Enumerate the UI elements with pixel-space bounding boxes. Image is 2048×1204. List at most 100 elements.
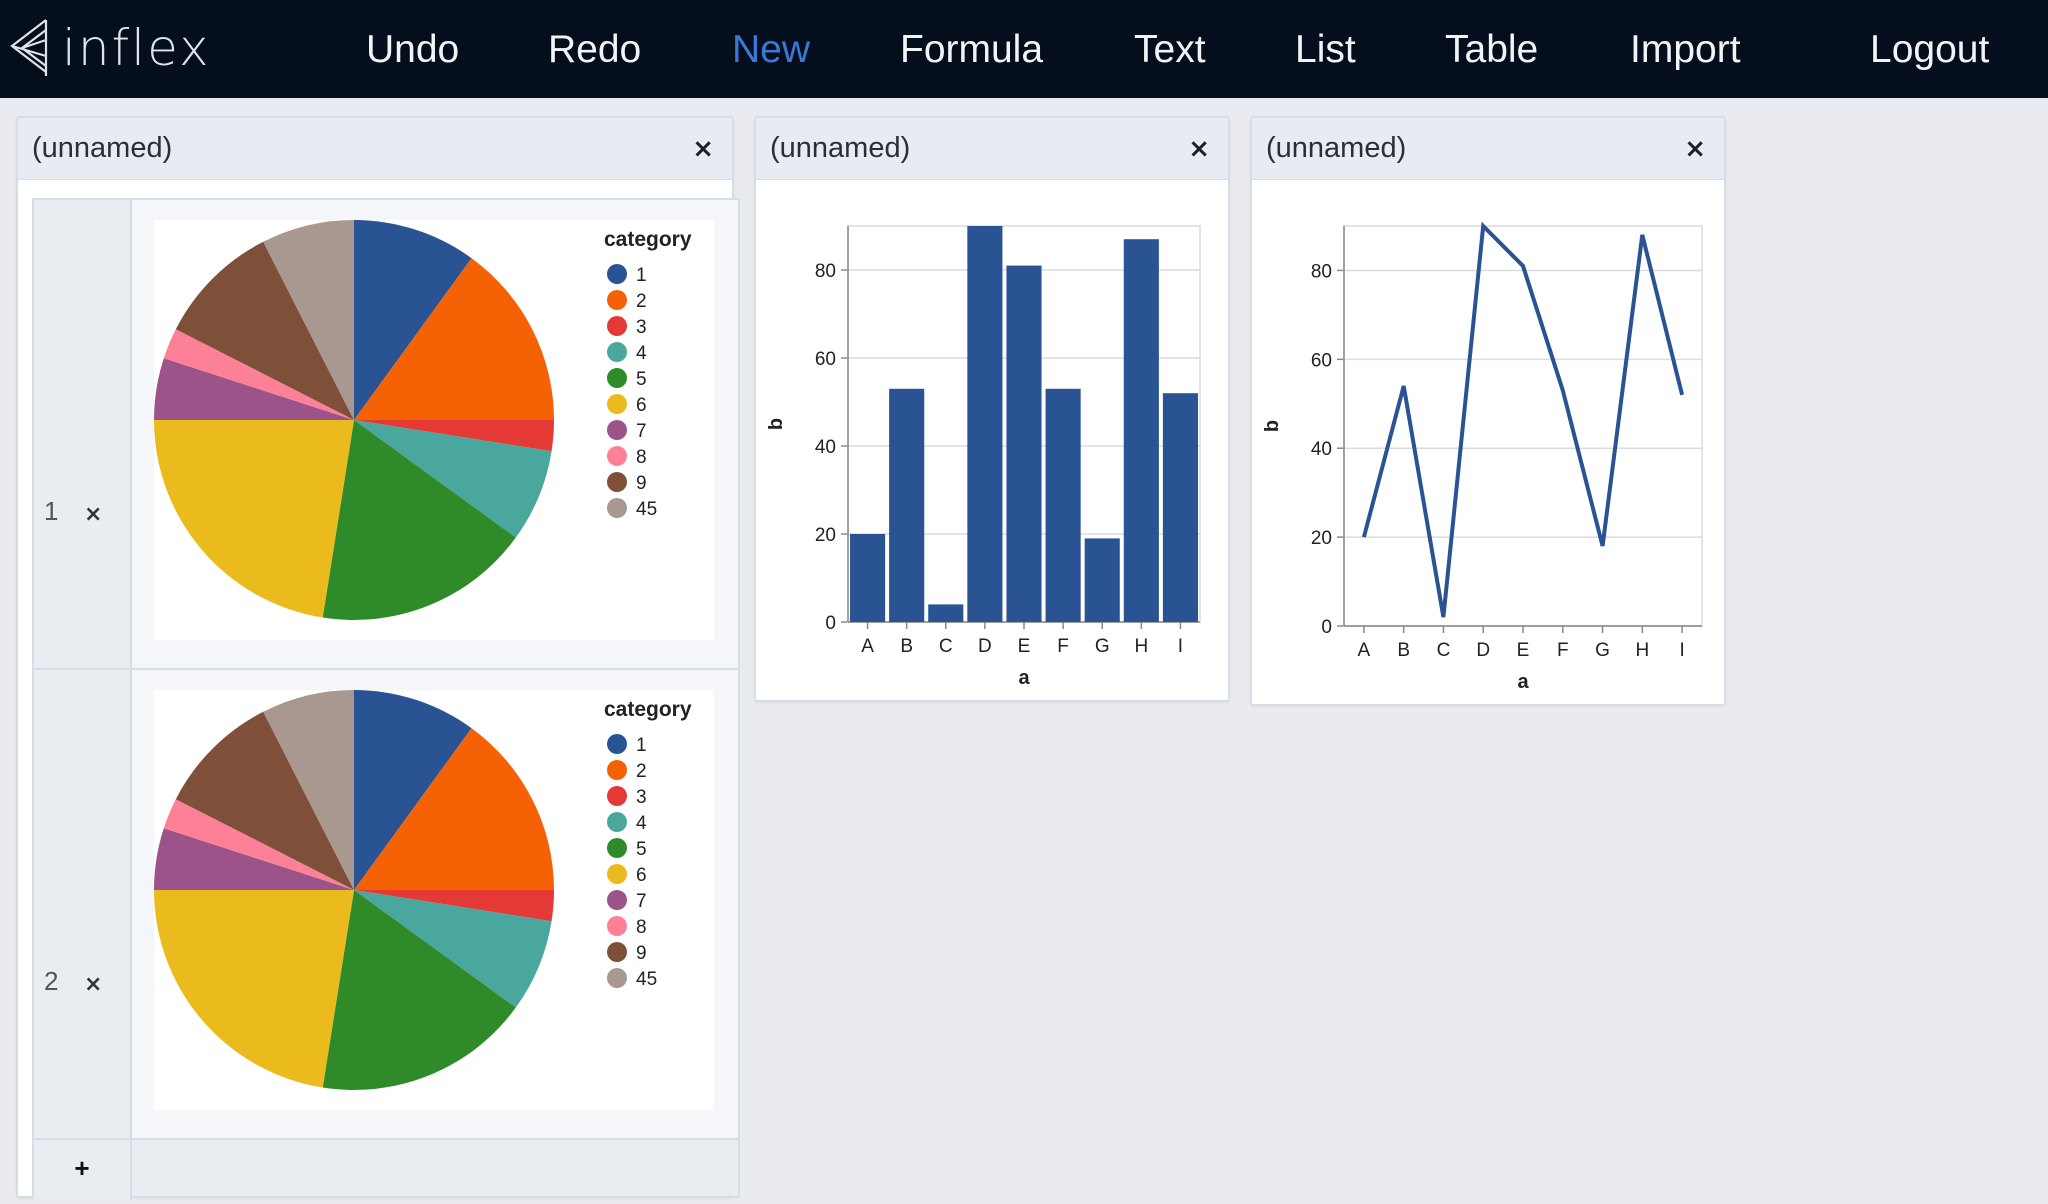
close-cell-button[interactable]: × (692, 134, 714, 164)
legend-swatch (607, 786, 627, 806)
import-button[interactable]: Import (1630, 24, 1741, 76)
x-tick-label: E (1517, 640, 1530, 661)
legend-label: 6 (636, 865, 647, 886)
redo-button[interactable]: Redo (548, 24, 641, 76)
legend-label: 8 (636, 447, 647, 468)
list-editor: 1 × category 1 2 3 4 5 6 7 8 9 45 2 × category 1 2 3 4… (32, 198, 740, 1200)
pie-chart: category12345678945 (154, 690, 692, 1091)
row-index: 1 (44, 496, 59, 526)
remove-row-button[interactable]: × (84, 502, 102, 527)
table-button[interactable]: Table (1445, 24, 1538, 76)
bar (967, 226, 1003, 622)
y-axis-title: b (1264, 420, 1283, 432)
line-chart: 0 20 40 60 80 A B C D E F G H Ia b (1264, 196, 1714, 700)
x-tick-label: D (1476, 640, 1490, 661)
legend-label: 7 (636, 421, 647, 442)
cell-title[interactable]: (unnamed) (1266, 132, 1406, 165)
y-tick-label: 20 (815, 525, 836, 546)
x-tick-label: G (1595, 640, 1610, 661)
legend-swatch (607, 498, 627, 518)
new-button[interactable]: New (732, 24, 810, 76)
y-tick-label: 60 (815, 349, 836, 370)
close-cell-button[interactable]: × (1684, 134, 1706, 164)
legend-swatch (607, 446, 627, 466)
legend-label: 5 (636, 369, 647, 390)
bar-chart-cell: (unnamed) × 0 20 40 60 80 A B C D E F G H Ia b (754, 116, 1230, 702)
x-tick-label: H (1134, 636, 1148, 657)
text-button[interactable]: Text (1134, 24, 1206, 76)
pie-chart: category12345678945 (154, 220, 692, 621)
pie-chart-panel: category 1 2 3 4 5 6 7 8 9 45 (154, 690, 714, 1110)
app-logo[interactable]: inflex (8, 16, 211, 80)
legend-swatch (607, 264, 627, 284)
remove-row-button[interactable]: × (84, 972, 102, 997)
x-tick-label: F (1057, 636, 1069, 657)
y-axis-title: b (768, 418, 787, 430)
legend-label: 2 (636, 761, 647, 782)
list-button[interactable]: List (1295, 24, 1356, 76)
legend-label: 1 (636, 265, 647, 286)
y-tick-label: 60 (1311, 350, 1332, 371)
y-tick-label: 80 (1311, 261, 1332, 282)
pie-slice (154, 420, 354, 618)
x-tick-label: A (861, 636, 874, 657)
x-tick-label: I (1178, 636, 1183, 657)
close-cell-button[interactable]: × (1188, 134, 1210, 164)
x-tick-label: G (1095, 636, 1110, 657)
list-index-column (34, 200, 132, 1200)
legend-title: category (604, 228, 692, 251)
legend-swatch (607, 864, 627, 884)
legend-label: 3 (636, 317, 647, 338)
undo-button[interactable]: Undo (366, 24, 459, 76)
legend-swatch (607, 394, 627, 414)
legend-swatch (607, 734, 627, 754)
legend-swatch (607, 812, 627, 832)
legend-label: 45 (636, 969, 657, 990)
legend-swatch (607, 316, 627, 336)
legend-swatch (607, 342, 627, 362)
legend-label: 5 (636, 839, 647, 860)
legend-label: 3 (636, 787, 647, 808)
legend-swatch (607, 890, 627, 910)
x-axis-title: a (1517, 671, 1529, 693)
legend-swatch (607, 968, 627, 988)
logout-button[interactable]: Logout (1870, 24, 1989, 76)
cell-header[interactable]: (unnamed) × (1252, 118, 1724, 180)
logo-mark-icon (10, 19, 48, 76)
x-tick-label: B (900, 636, 913, 657)
cell-header[interactable]: (unnamed) × (756, 118, 1228, 180)
bar (850, 534, 886, 622)
legend-label: 9 (636, 943, 647, 964)
y-tick-label: 20 (1311, 528, 1332, 549)
line-chart-cell: (unnamed) × 0 20 40 60 80 A B C D E F G H Ia b (1250, 116, 1726, 706)
formula-button[interactable]: Formula (900, 24, 1043, 76)
legend-swatch (607, 290, 627, 310)
legend-label: 6 (636, 395, 647, 416)
bar (1084, 538, 1120, 622)
bar (1045, 388, 1081, 622)
legend-title: category (604, 698, 692, 721)
legend-label: 4 (636, 343, 647, 364)
bar-chart: 0 20 40 60 80 A B C D E F G H Ia b (768, 196, 1218, 696)
x-axis-title: a (1018, 667, 1030, 689)
x-tick-label: H (1635, 640, 1649, 661)
cell-header[interactable]: (unnamed) × (18, 118, 732, 180)
legend-label: 1 (636, 735, 647, 756)
row-divider (34, 668, 738, 670)
y-tick-label: 40 (1311, 439, 1332, 460)
legend-swatch (607, 420, 627, 440)
y-tick-label: 0 (1321, 617, 1332, 638)
legend-label: 8 (636, 917, 647, 938)
cell-title[interactable]: (unnamed) (32, 132, 172, 165)
y-tick-label: 0 (825, 613, 836, 634)
bar (1162, 393, 1198, 622)
add-row-button[interactable]: + (34, 1140, 132, 1196)
x-tick-label: B (1397, 640, 1410, 661)
y-tick-label: 80 (815, 261, 836, 282)
legend-swatch (607, 838, 627, 858)
legend-label: 9 (636, 473, 647, 494)
legend-label: 2 (636, 291, 647, 312)
x-tick-label: C (939, 636, 953, 657)
legend-label: 45 (636, 499, 657, 520)
cell-title[interactable]: (unnamed) (770, 132, 910, 165)
